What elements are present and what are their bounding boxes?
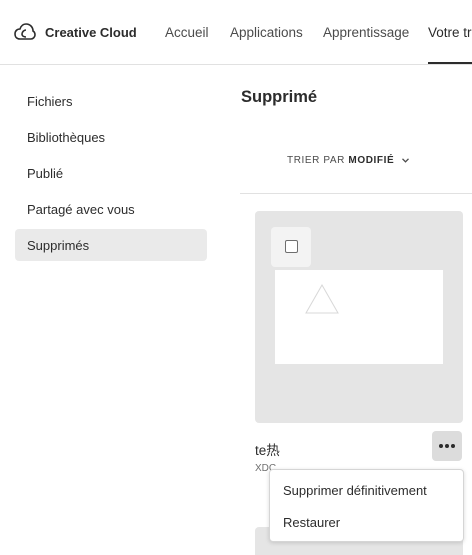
select-checkbox-container[interactable] — [271, 227, 311, 267]
sidebar-item-fichiers[interactable]: Fichiers — [27, 94, 73, 109]
context-menu: Supprimer définitivement Restaurer — [269, 469, 464, 542]
menu-item-restore[interactable]: Restaurer — [283, 515, 340, 530]
brand-name[interactable]: Creative Cloud — [45, 25, 137, 40]
sidebar-item-partage[interactable]: Partagé avec vous — [27, 202, 135, 217]
menu-item-delete-permanently[interactable]: Supprimer définitivement — [283, 483, 427, 498]
tab-accueil[interactable]: Accueil — [165, 25, 209, 40]
page-title: Supprimé — [241, 88, 318, 106]
select-checkbox[interactable] — [285, 240, 298, 253]
tab-apprentissage[interactable]: Apprentissage — [323, 25, 409, 40]
sidebar-item-supprimes[interactable]: Supprimés — [27, 238, 89, 253]
creative-cloud-logo-icon[interactable] — [14, 22, 36, 42]
top-bar: Creative Cloud Accueil Applications Appr… — [0, 0, 472, 65]
file-name: te热 — [255, 443, 280, 458]
file-thumbnail[interactable] — [275, 270, 443, 364]
triangle-placeholder-icon — [305, 283, 339, 314]
more-actions-button[interactable] — [432, 431, 462, 461]
tab-applications[interactable]: Applications — [230, 25, 303, 40]
sort-control[interactable]: TRIER PAR MODIFIÉ — [287, 155, 409, 166]
sort-value: MODIFIÉ — [348, 155, 395, 166]
chevron-down-icon — [401, 158, 409, 163]
sort-prefix: TRIER PAR — [287, 155, 345, 166]
active-tab-indicator — [428, 62, 472, 64]
sidebar-item-bibliotheques[interactable]: Bibliothèques — [27, 130, 105, 145]
sidebar-item-publie[interactable]: Publié — [27, 166, 63, 181]
divider — [240, 193, 472, 194]
tab-votre-travail[interactable]: Votre tra — [428, 25, 472, 40]
